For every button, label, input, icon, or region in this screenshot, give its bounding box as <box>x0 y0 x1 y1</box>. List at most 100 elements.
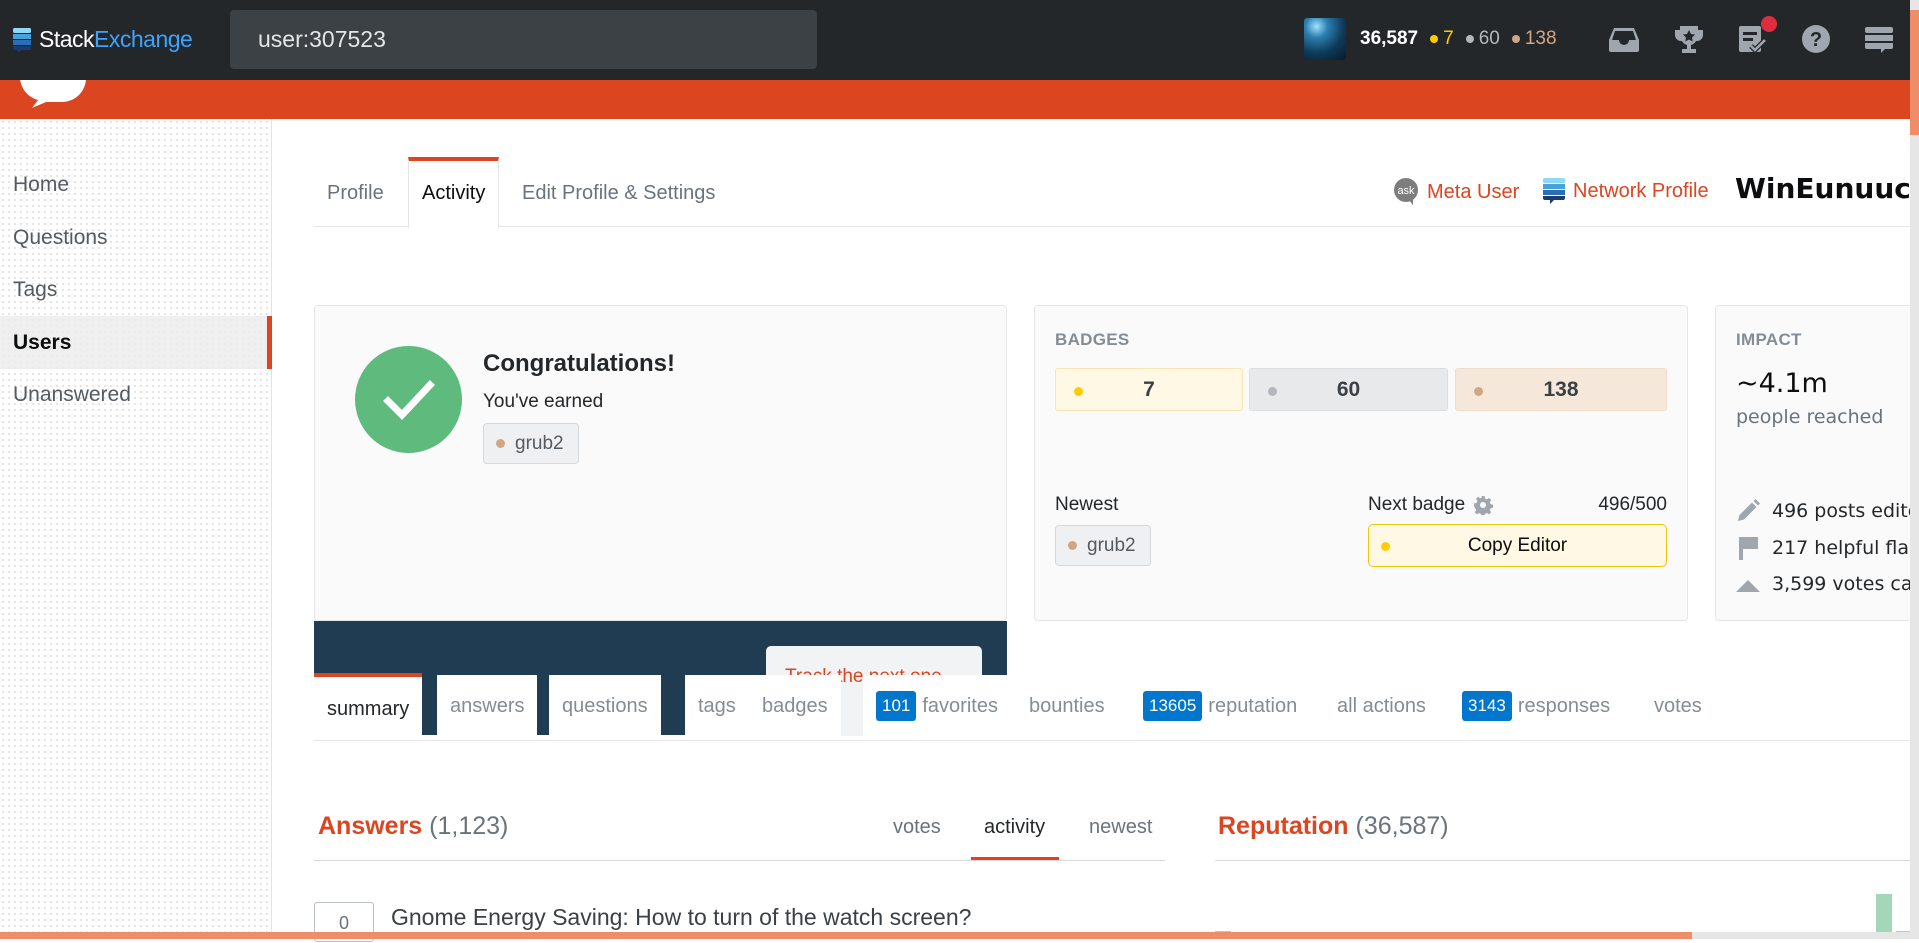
sidebar-item-tags[interactable]: Tags <box>0 263 272 316</box>
sort-activity[interactable]: activity <box>984 816 1045 839</box>
subtab-answers[interactable]: answers <box>437 675 538 737</box>
congratulations-card: Congratulations! You've earned grub2 <box>314 305 1007 621</box>
meta-ask-icon: ask <box>1394 178 1418 205</box>
people-reached-value: ~4.1m <box>1736 368 1828 399</box>
network-profile-label: Network Profile <box>1573 179 1709 202</box>
gear-icon[interactable] <box>1473 495 1494 515</box>
askubuntu-logo-icon[interactable] <box>16 80 94 108</box>
answers-heading: Answers (1,123) <box>318 812 508 841</box>
sidebar-item-users[interactable]: Users <box>0 316 272 369</box>
divider <box>1215 860 1910 861</box>
reputation-bar[interactable] <box>1876 894 1892 932</box>
newest-badge[interactable]: grub2 <box>1055 525 1151 566</box>
bronze-badge-count: 138 <box>1511 28 1557 50</box>
next-badge-button[interactable]: Copy Editor <box>1368 524 1667 567</box>
tab-activity[interactable]: Activity <box>408 157 500 228</box>
success-check-icon <box>355 346 462 453</box>
help-icon[interactable]: ? <box>1799 22 1833 56</box>
sort-newest[interactable]: newest <box>1089 816 1152 839</box>
svg-text:ask: ask <box>1397 185 1415 197</box>
gold-badge-icon <box>1381 542 1390 551</box>
reputation-heading: Reputation (36,587) <box>1218 812 1449 841</box>
people-reached-label: people reached <box>1736 406 1884 428</box>
congrats-title: Congratulations! <box>483 350 675 377</box>
answer-link[interactable]: Gnome Energy Saving: How to turn of the … <box>391 904 971 931</box>
subtab-questions[interactable]: questions <box>549 675 661 737</box>
avatar[interactable] <box>1304 18 1346 60</box>
subtab-tags[interactable]: tags <box>685 675 749 737</box>
subtab-badges[interactable]: badges <box>749 675 841 737</box>
upvote-icon <box>1736 580 1760 592</box>
activity-subtabs: summary answers questions tags badges 10… <box>314 673 1910 741</box>
subtab-bounties[interactable]: bounties <box>1016 675 1118 737</box>
reputation-title[interactable]: Reputation <box>1218 812 1349 840</box>
subtab-votes[interactable]: votes <box>1641 675 1715 737</box>
divider <box>314 860 1165 861</box>
helpful-flags: 217 helpful flags <box>1736 536 1919 560</box>
pencil-icon <box>1738 499 1760 521</box>
congrats-subtitle: You've earned <box>483 391 604 412</box>
votes-cast: 3,599 votes cast <box>1736 572 1919 596</box>
badges-label: BADGES <box>1055 330 1130 349</box>
bronze-badges-count[interactable]: 138 <box>1455 368 1667 411</box>
reputation-count: 13605 <box>1143 691 1203 721</box>
silver-badge-icon <box>1268 387 1277 396</box>
newest-badge-label: Newest <box>1055 494 1119 515</box>
subtab-favorites[interactable]: 101 favorites <box>863 675 1011 737</box>
impact-label: IMPACT <box>1736 330 1802 349</box>
answers-count: (1,123) <box>429 812 509 840</box>
silver-badges-count[interactable]: 60 <box>1249 368 1448 411</box>
reputation-total: (36,587) <box>1355 812 1449 840</box>
silver-badge-icon <box>1465 35 1474 43</box>
subtab-all-actions[interactable]: all actions <box>1324 675 1439 737</box>
stackexchange-logo[interactable]: StackExchange <box>13 26 193 53</box>
bronze-badge-icon <box>496 439 505 448</box>
network-profile-link[interactable]: Network Profile <box>1543 178 1709 204</box>
bronze-badge-icon <box>1511 35 1520 43</box>
bronze-badge-icon <box>1474 387 1483 396</box>
site-switcher-icon[interactable] <box>1862 22 1896 56</box>
left-sidebar: Home Questions Tags Users Unanswered <box>0 119 272 939</box>
svg-text:?: ? <box>1810 29 1822 51</box>
gold-badge-count: 7 <box>1430 28 1454 50</box>
silver-badge-count: 60 <box>1465 28 1500 50</box>
user-display-name: WinEunuuchs <box>1735 172 1919 205</box>
site-banner <box>0 80 1910 119</box>
subtab-reputation[interactable]: 13605 reputation <box>1130 675 1311 737</box>
network-profile-icon <box>1543 178 1565 204</box>
responses-count: 3143 <box>1462 691 1512 721</box>
achievements-icon[interactable] <box>1672 22 1706 56</box>
meta-user-label: Meta User <box>1427 180 1520 203</box>
horizontal-scrollbar[interactable] <box>0 932 1910 939</box>
logo-stack: Stack <box>39 26 95 52</box>
subtab-responses[interactable]: 3143 responses <box>1449 675 1624 737</box>
gold-badge-icon <box>1430 35 1439 43</box>
earned-badge[interactable]: grub2 <box>483 423 579 464</box>
answers-title[interactable]: Answers <box>318 812 422 840</box>
badges-card: BADGES 7 60 138 Newest grub2 Next badge … <box>1034 305 1688 621</box>
next-badge-label: Next badge <box>1368 494 1494 516</box>
sidebar-item-home[interactable]: Home <box>0 158 272 211</box>
logo-exchange: Exchange <box>94 26 193 52</box>
posts-edited: 496 posts edited <box>1736 499 1919 523</box>
meta-user-link[interactable]: ask Meta User <box>1393 178 1519 206</box>
sidebar-item-questions[interactable]: Questions <box>0 211 272 264</box>
vertical-scrollbar[interactable] <box>1910 0 1919 939</box>
tab-edit-profile-settings[interactable]: Edit Profile & Settings <box>509 157 728 227</box>
inbox-icon[interactable] <box>1607 22 1641 56</box>
vertical-scroll-thumb[interactable] <box>1910 10 1919 135</box>
sidebar-item-unanswered[interactable]: Unanswered <box>0 368 272 421</box>
bronze-badge-icon <box>1068 541 1077 550</box>
search-input[interactable] <box>230 10 817 69</box>
sort-votes[interactable]: votes <box>893 816 941 839</box>
reputation-count: 36,587 <box>1360 28 1419 49</box>
stackexchange-icon <box>13 27 31 52</box>
top-bar: StackExchange 36,587 7 60 138 <box>0 0 1910 80</box>
tab-profile[interactable]: Profile <box>314 157 397 227</box>
user-summary[interactable]: 36,587 7 60 138 <box>1304 18 1557 60</box>
next-badge-progress: 496/500 <box>1598 494 1667 515</box>
subtab-summary[interactable]: summary <box>314 673 423 740</box>
gold-badges-count[interactable]: 7 <box>1055 368 1243 411</box>
flag-icon <box>1739 537 1758 560</box>
horizontal-scroll-thumb[interactable] <box>0 932 1692 939</box>
